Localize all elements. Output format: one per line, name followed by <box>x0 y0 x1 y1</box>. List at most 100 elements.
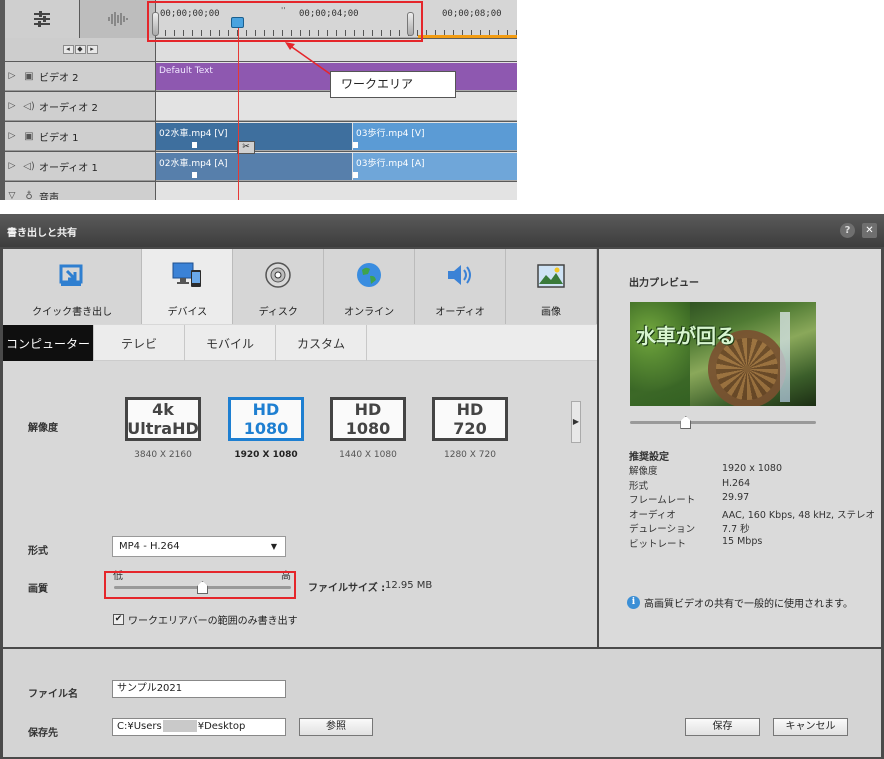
resolution-line1: HD <box>252 400 280 419</box>
workarea-only-checkbox-row[interactable]: ✔ ワークエリアバーの範囲のみ書き出す <box>113 612 298 627</box>
tab-quick-export[interactable]: クイック書き出し <box>3 249 143 324</box>
audio-clip[interactable]: 02水車.mp4 [A] <box>156 153 352 180</box>
export-settings-panel: クイック書き出し デバイス ディスク オンライン オーディオ 画像 コンピュータ… <box>3 249 597 647</box>
tab-device[interactable]: デバイス <box>142 249 234 324</box>
help-button[interactable]: ? <box>840 223 855 238</box>
recommended-title: 推奨設定 <box>629 452 669 463</box>
preview-scrub-thumb[interactable] <box>680 416 692 429</box>
expand-triangle-icon[interactable]: ▷ <box>5 131 19 141</box>
tab-label: オンライン <box>344 307 395 318</box>
film-icon: ▣ <box>24 70 34 82</box>
track-header-video1[interactable]: ▷ ▣ ビデオ 1 <box>5 122 155 151</box>
tab-label: 画像 <box>541 307 561 318</box>
destination-path-start: C:¥Users <box>117 721 162 732</box>
setting-key: 形式 <box>629 480 649 492</box>
setting-row: 形式 H.264 <box>629 478 879 493</box>
preview-scrub-track[interactable] <box>630 421 816 424</box>
track-label: オーディオ 2 <box>39 102 98 114</box>
track-lane-video1[interactable]: 02水車.mp4 [V] 03歩行.mp4 [V] <box>156 122 517 151</box>
resolution-line2: 720 <box>453 419 487 438</box>
keyframe-marker[interactable] <box>192 142 197 148</box>
preview-thumbnail: 水車が回る <box>630 302 816 406</box>
output-preview-panel: 出力プレビュー 水車が回る 推奨設定 解像度 1920 x 1080 形式 H.26… <box>599 249 881 647</box>
subtab-tv[interactable]: テレビ <box>94 325 185 361</box>
tab-label: クイック書き出し <box>32 307 113 318</box>
keyframe-marker[interactable] <box>353 142 358 148</box>
browse-button[interactable]: 参照 <box>299 718 373 736</box>
filesize-label: ファイルサイズ : <box>308 583 386 594</box>
filesize-value: 12.95 MB <box>385 580 433 591</box>
tab-audio[interactable]: オーディオ <box>415 249 507 324</box>
resolution-dimensions: 1280 X 720 <box>444 450 496 460</box>
track-header-video2[interactable]: ▷ ▣ ビデオ 2 <box>5 62 155 91</box>
keyframe-marker[interactable] <box>192 172 197 178</box>
setting-key: オーディオ <box>629 509 676 521</box>
checkbox-highlight <box>104 571 296 599</box>
destination-input[interactable]: C:¥Users ¥Desktop <box>112 718 286 736</box>
subtab-custom[interactable]: カスタム <box>276 325 367 361</box>
setting-key: 解像度 <box>629 466 658 477</box>
preview-foliage <box>630 302 690 406</box>
track-settings-icon <box>34 11 50 27</box>
resolution-line1: 4k <box>152 400 174 419</box>
workarea-only-checkbox[interactable]: ✔ <box>113 614 124 625</box>
resolution-option-4k[interactable]: 4k UltraHD 3840 X 2160 <box>125 397 201 460</box>
setting-value: H.264 <box>722 477 751 489</box>
resolution-tile: HD 1080 <box>330 397 406 441</box>
next-keyframe-button[interactable]: ▸ <box>86 45 98 54</box>
setting-value: 7.7 秒 <box>722 524 750 535</box>
tab-image[interactable]: 画像 <box>506 249 597 324</box>
playhead-line[interactable] <box>238 22 239 200</box>
scissors-icon[interactable]: ✂ <box>237 141 255 154</box>
subtab-computer[interactable]: コンピューター <box>3 325 94 361</box>
resolution-option-720[interactable]: HD 720 1280 X 720 <box>432 397 508 460</box>
clip-label: 03歩行.mp4 [A] <box>356 159 425 169</box>
setting-key: フレームレート <box>629 495 696 506</box>
waveform-icon <box>107 12 128 26</box>
recommended-note: i 高画質ビデオの共有で一般的に使用されます。 <box>627 595 853 610</box>
scroll-right-button[interactable]: ▶ <box>571 401 581 443</box>
save-button[interactable]: 保存 <box>685 718 760 736</box>
filename-label: ファイル名 <box>28 689 78 700</box>
speaker-icon: ◁) <box>23 160 35 172</box>
keyframe-marker[interactable] <box>353 172 358 178</box>
resolution-tile: 4k UltraHD <box>125 397 201 441</box>
setting-row: デュレーション 7.7 秒 <box>629 521 879 536</box>
track-header-audio2[interactable]: ▷ ◁) オーディオ 2 <box>5 92 155 121</box>
prev-keyframe-button[interactable]: ◂ <box>62 45 74 54</box>
setting-key: デュレーション <box>629 524 696 535</box>
add-keyframe-button[interactable]: ◆ <box>74 45 86 54</box>
subtab-mobile[interactable]: モバイル <box>185 325 276 361</box>
track-lane-audio1[interactable]: 02水車.mp4 [A] 03歩行.mp4 [A] <box>156 152 517 181</box>
track-settings-tool[interactable] <box>5 0 79 38</box>
track-header-voice[interactable]: ▽ ♁ 音声 <box>5 182 155 200</box>
cancel-button[interactable]: キャンセル <box>773 718 848 736</box>
resolution-dimensions: 1440 X 1080 <box>339 450 397 460</box>
tab-disc[interactable]: ディスク <box>233 249 325 324</box>
close-button[interactable]: ✕ <box>862 223 877 238</box>
filename-input[interactable]: サンプル2021 <box>112 680 286 698</box>
setting-value: 15 Mbps <box>722 535 763 547</box>
dialog-title: 書き出しと共有 <box>7 228 77 239</box>
track-header-audio1[interactable]: ▷ ◁) オーディオ 1 <box>5 152 155 181</box>
track-label: 音声 <box>39 192 59 201</box>
export-share-dialog: 書き出しと共有 ? ✕ クイック書き出し デバイス ディスク オンライン オーデ… <box>0 214 884 759</box>
audio-waveform-tool[interactable] <box>80 0 155 38</box>
track-lane-voice[interactable] <box>156 182 517 200</box>
film-icon: ▣ <box>24 130 34 142</box>
video-clip[interactable]: 03歩行.mp4 [V] <box>353 123 517 150</box>
audio-clip[interactable]: 03歩行.mp4 [A] <box>353 153 517 180</box>
clip-label: 02水車.mp4 [A] <box>159 159 228 169</box>
format-select[interactable]: MP4 - H.264 ▼ <box>112 536 286 557</box>
expand-triangle-icon[interactable]: ▷ <box>5 161 19 171</box>
resolution-line1: HD <box>354 400 382 419</box>
expand-triangle-icon[interactable]: ▷ <box>5 71 19 81</box>
resolution-line2: 1080 <box>243 419 289 438</box>
resolution-option-1080-anamorphic[interactable]: HD 1080 1440 X 1080 <box>330 397 406 460</box>
tab-online[interactable]: オンライン <box>324 249 416 324</box>
expand-triangle-icon[interactable]: ▷ <box>5 101 19 111</box>
dialog-titlebar: 書き出しと共有 ? ✕ <box>0 214 884 247</box>
resolution-option-1080-full[interactable]: HD 1080 1920 X 1080 <box>228 397 304 460</box>
resolution-line2: UltraHD <box>127 419 199 438</box>
collapse-triangle-icon[interactable]: ▽ <box>5 191 19 200</box>
